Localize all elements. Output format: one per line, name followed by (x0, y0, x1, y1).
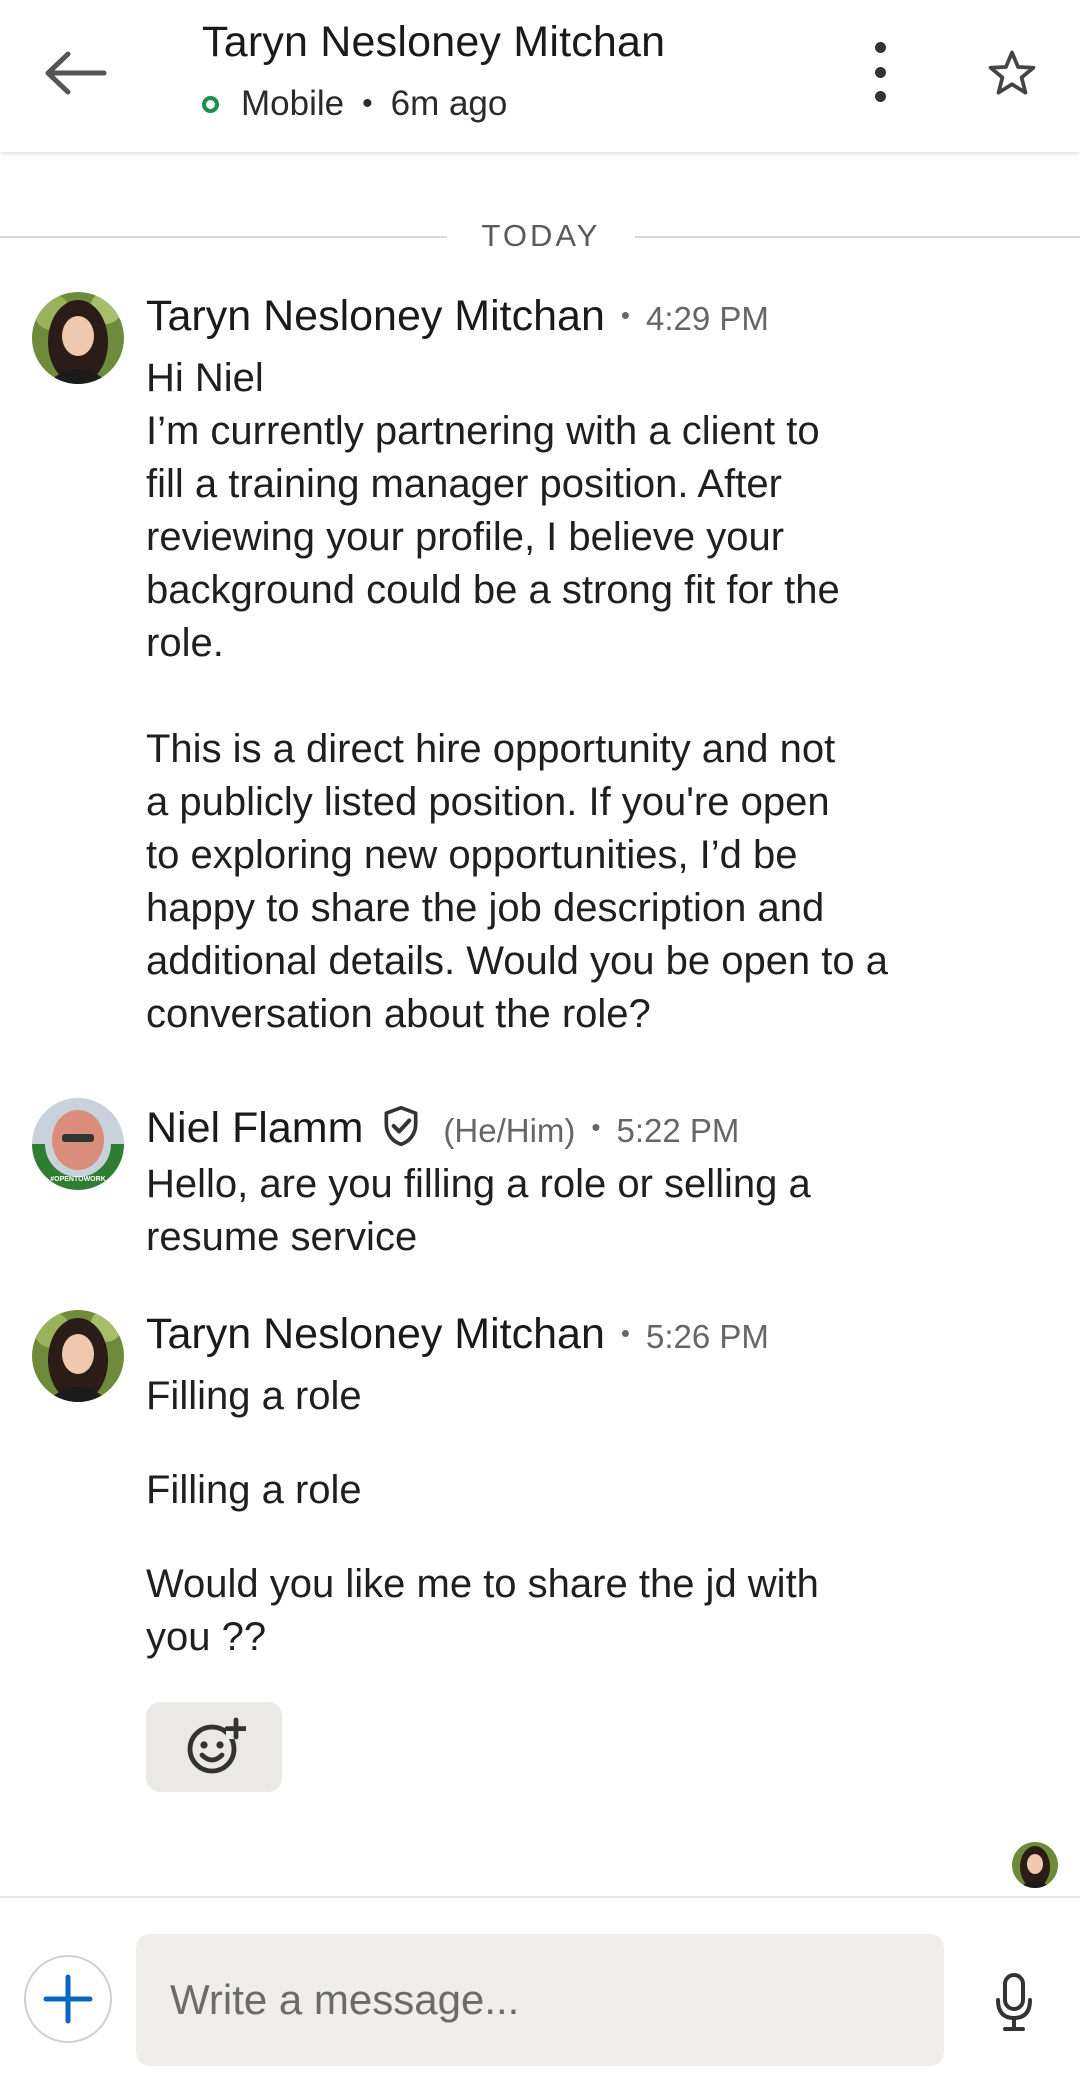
day-label: TODAY (481, 218, 601, 253)
presence-status: Mobile • 6m ago (202, 84, 507, 124)
pronouns: (He/Him) (443, 1112, 576, 1149)
attach-button[interactable] (24, 1955, 112, 2043)
open-to-work-badge: #OPENTOWORK (50, 1176, 106, 1183)
voice-message-button[interactable] (984, 1966, 1044, 2038)
sender-name[interactable]: Niel Flamm (146, 1104, 363, 1153)
message-text: Would you like me to share the jd with y… (146, 1562, 819, 1659)
more-options-button[interactable] (860, 36, 900, 108)
message-header: Taryn Nesloney Mitchan • 4:29 PM (146, 292, 769, 341)
message-text: Hello, are you filling a role or selling… (146, 1162, 811, 1259)
message-time: 5:22 PM (616, 1112, 740, 1149)
verified-shield-icon (384, 1105, 418, 1147)
add-reaction-button[interactable] (146, 1702, 282, 1792)
message-header: Niel Flamm (He/Him) • 5:22 PM (146, 1098, 739, 1153)
sender-name[interactable]: Taryn Nesloney Mitchan (146, 1310, 605, 1359)
read-receipt-avatar (1012, 1842, 1058, 1888)
profile-photo-niel: #OPENTOWORK (32, 1098, 124, 1190)
compose-divider (0, 1896, 1080, 1898)
message-text: Filling a role (146, 1374, 362, 1418)
conversation-title[interactable]: Taryn Nesloney Mitchan (202, 18, 665, 67)
message-text: Hi Niel I’m currently partnering with a … (146, 356, 889, 1036)
star-outline-icon (988, 50, 1036, 95)
conversation-header: Taryn Nesloney Mitchan Mobile • 6m ago (0, 0, 1080, 152)
separator: • (591, 1112, 601, 1142)
profile-photo-taryn (1012, 1842, 1058, 1888)
last-active: 6m ago (390, 84, 508, 123)
presence-indicator-icon (202, 95, 219, 113)
presence-device: Mobile (241, 84, 345, 123)
star-button[interactable] (984, 46, 1040, 102)
plus-icon (43, 1974, 93, 2024)
separator: • (620, 300, 630, 330)
message-header: Taryn Nesloney Mitchan • 5:26 PM (146, 1310, 769, 1359)
message-input[interactable] (136, 1934, 944, 2066)
day-divider: TODAY (0, 218, 1080, 258)
avatar[interactable]: #OPENTOWORK (32, 1098, 124, 1190)
separator: • (620, 1318, 630, 1348)
message-time: 4:29 PM (645, 300, 769, 337)
message-text: Filling a role (146, 1468, 362, 1512)
kebab-menu-icon (874, 42, 886, 53)
microphone-icon (996, 1973, 1032, 2031)
profile-photo-taryn (32, 292, 124, 384)
arrow-left-icon (45, 51, 107, 95)
avatar[interactable] (32, 1310, 124, 1402)
message-time: 5:26 PM (645, 1318, 769, 1355)
back-button[interactable] (36, 38, 116, 108)
sender-name[interactable]: Taryn Nesloney Mitchan (146, 292, 605, 341)
avatar[interactable] (32, 292, 124, 384)
profile-photo-taryn (32, 1310, 124, 1402)
separator: • (362, 87, 373, 120)
add-reaction-icon (187, 1717, 246, 1774)
